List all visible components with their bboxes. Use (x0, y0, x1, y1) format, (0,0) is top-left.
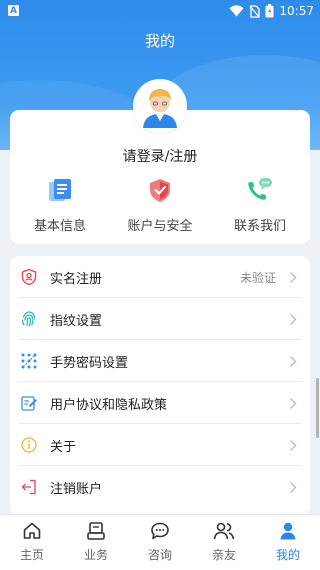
nav-home[interactable]: 主页 (0, 515, 64, 570)
document-icon (49, 179, 71, 201)
battery-icon (265, 4, 274, 18)
menu-item-label: 关于 (50, 439, 77, 455)
nav-label: 业务 (83, 548, 108, 562)
menu-item-gesture-password[interactable]: 手势密码设置 (10, 340, 310, 382)
nav-label: 主页 (19, 548, 44, 562)
nav-family[interactable]: 亲友 (192, 515, 256, 570)
quick-action-basic-info[interactable]: 基本信息 (10, 174, 110, 240)
nav-label: 亲友 (211, 548, 236, 562)
status-time: 10:57 (279, 4, 314, 18)
chevron-right-icon (290, 355, 297, 367)
nav-label: 我的 (275, 548, 300, 562)
quick-action-contact-us[interactable]: 联系我们 (210, 174, 310, 240)
login-register-link[interactable]: 请登录/注册 (0, 146, 320, 166)
menu-item-label: 实名注册 (50, 271, 103, 287)
home-icon (23, 522, 41, 539)
chevron-right-icon (290, 481, 297, 493)
menu-item-label: 手势密码设置 (50, 355, 129, 371)
edit-document-icon (21, 396, 37, 411)
chevron-right-icon (290, 397, 297, 409)
verification-status: 未验证 (239, 270, 276, 285)
business-icon (87, 522, 105, 540)
menu-item-fingerprint-settings[interactable]: 指纹设置 (10, 298, 310, 340)
wifi-icon (229, 5, 244, 17)
chevron-right-icon (290, 313, 297, 325)
people-icon (213, 522, 235, 540)
menu-item-label: 用户协议和隐私政策 (50, 397, 168, 413)
bottom-nav: 主页 业务 咨询 亲友 我的 (0, 514, 320, 570)
scrollbar[interactable] (316, 378, 319, 438)
chat-bubble-icon (151, 522, 169, 540)
gesture-grid-icon (21, 353, 37, 369)
quick-action-label: 账户与安全 (127, 219, 193, 234)
chevron-right-icon (290, 271, 297, 283)
avatar-icon (136, 82, 184, 130)
person-icon (280, 522, 296, 540)
fingerprint-icon (21, 311, 36, 327)
nav-business[interactable]: 业务 (64, 515, 128, 570)
id-card-icon (21, 268, 37, 286)
phone-chat-icon (248, 178, 272, 200)
no-sim-icon (249, 4, 261, 18)
nav-mine[interactable]: 我的 (256, 515, 320, 570)
menu-item-user-agreement-privacy[interactable]: 用户协议和隐私政策 (10, 382, 310, 424)
avatar[interactable] (133, 79, 187, 133)
menu-item-real-name-registration[interactable]: 实名注册 未验证 (10, 256, 310, 298)
info-icon (21, 437, 37, 453)
menu-item-label: 指纹设置 (50, 313, 103, 329)
quick-action-label: 基本信息 (33, 219, 86, 234)
quick-action-account-security[interactable]: 账户与安全 (110, 174, 210, 240)
chevron-right-icon (290, 439, 297, 451)
nav-consult[interactable]: 咨询 (128, 515, 192, 570)
quick-action-label: 联系我们 (233, 219, 286, 234)
status-bar: A 10:57 (0, 0, 320, 24)
menu-item-about[interactable]: 关于 (10, 424, 310, 466)
page-title: 我的 (144, 32, 175, 50)
notification-badge: A (8, 5, 19, 16)
menu-item-label: 注销账户 (50, 481, 103, 497)
nav-label: 咨询 (147, 548, 172, 562)
settings-menu: 实名注册 未验证 指纹设置 手势密码设置 用户协议和隐私政策 关于 注销账户 (10, 256, 310, 516)
logout-icon (21, 479, 36, 495)
quick-actions: 基本信息 账户与安全 联系我们 (10, 174, 310, 240)
menu-item-delete-account[interactable]: 注销账户 (10, 466, 310, 508)
shield-check-icon (150, 179, 170, 202)
